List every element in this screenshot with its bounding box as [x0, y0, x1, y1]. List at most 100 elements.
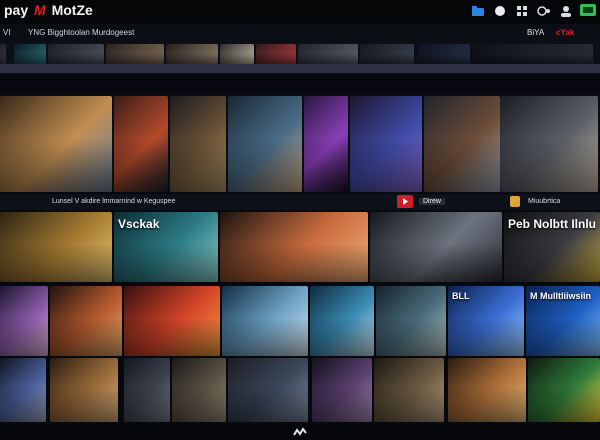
tile-r4-5[interactable] — [376, 286, 446, 356]
tile-r3-3[interactable] — [370, 212, 502, 282]
tile-shade — [48, 44, 104, 64]
tile-r4-4[interactable] — [310, 286, 374, 356]
subnav-short-label[interactable]: VI — [3, 28, 11, 37]
tile-title: Vsckak — [118, 217, 160, 231]
tile-title: Peb Nolbtt Ilnlu — [508, 217, 596, 231]
subnav-right-b[interactable]: cYak — [556, 28, 574, 37]
tile-shade — [350, 96, 422, 192]
tile-shade — [228, 358, 308, 422]
logo-mark-icon[interactable] — [293, 427, 307, 437]
tile-r5-2[interactable] — [124, 358, 170, 422]
subnav-main-label[interactable]: YNG Bigghtoolan Murdogeest — [28, 28, 134, 37]
tile-shade — [220, 44, 254, 64]
tile-r2-2[interactable] — [170, 96, 226, 192]
tile-r1-1[interactable] — [14, 44, 46, 64]
tile-shade — [473, 44, 593, 64]
tile-shade — [312, 358, 372, 422]
tile-shade — [50, 286, 122, 356]
tile-r4-6[interactable]: BLL — [448, 286, 524, 356]
mid-pill[interactable]: Direw — [419, 198, 445, 205]
mid-right-label: Miuubrtica — [528, 198, 561, 205]
subnav-right-a[interactable]: BiYA — [527, 28, 544, 37]
chat-icon[interactable] — [492, 3, 508, 19]
mid-strip: Lunsel V akdire lmmarnind w Keguspee Dir… — [0, 194, 600, 210]
tile-r2-0[interactable] — [0, 96, 112, 192]
tile-shade — [374, 358, 444, 422]
tile-r1-3[interactable] — [106, 44, 164, 64]
flag-icon — [510, 196, 520, 207]
tile-r1-2[interactable] — [48, 44, 104, 64]
tile-r3-0[interactable] — [0, 212, 112, 282]
tile-r1-9[interactable] — [418, 44, 470, 64]
tile-shade — [310, 286, 374, 356]
tile-r4-7[interactable]: M Mulltliiwsiin — [526, 286, 600, 356]
tile-r2-4[interactable] — [304, 96, 348, 192]
tile-shade — [256, 44, 296, 64]
folder-icon[interactable] — [470, 3, 486, 19]
tile-shade — [170, 96, 226, 192]
tile-r3-4[interactable]: Peb Nolbtt Ilnlu — [504, 212, 600, 282]
tile-r2-5[interactable] — [350, 96, 422, 192]
tile-r5-0[interactable] — [0, 358, 46, 422]
tile-shade — [14, 44, 46, 64]
tile-r2-6[interactable] — [424, 96, 500, 192]
tile-shade — [0, 358, 46, 422]
tile-shade — [424, 96, 500, 192]
tile-shade — [114, 96, 168, 192]
tile-r3-2[interactable] — [220, 212, 368, 282]
tile-r5-6[interactable] — [374, 358, 444, 422]
tile-shade — [298, 44, 358, 64]
tile-shade — [304, 96, 348, 192]
tile-r5-3[interactable] — [172, 358, 226, 422]
logo-accent-text: M — [34, 2, 46, 18]
tile-shade — [228, 96, 302, 192]
tile-shade — [500, 96, 598, 192]
tile-title: M Mulltliiwsiin — [530, 291, 591, 301]
play-icon[interactable] — [397, 195, 413, 208]
tile-shade — [376, 286, 446, 356]
tile-shade — [370, 212, 502, 282]
tile-r5-1[interactable] — [50, 358, 118, 422]
profile-icon[interactable] — [558, 3, 574, 19]
tile-r4-1[interactable] — [50, 286, 122, 356]
tile-r4-3[interactable] — [222, 286, 308, 356]
tile-r4-2[interactable] — [124, 286, 220, 356]
tile-r5-5[interactable] — [312, 358, 372, 422]
tile-r2-7[interactable] — [500, 96, 598, 192]
top-bar: pay M MotZe — [0, 0, 600, 24]
tile-r1-4[interactable] — [166, 44, 218, 64]
grid-icon[interactable] — [514, 3, 530, 19]
tile-r5-4[interactable] — [228, 358, 308, 422]
tile-r2-1[interactable] — [114, 96, 168, 192]
tile-r5-7[interactable] — [448, 358, 526, 422]
footer-bar — [0, 424, 600, 440]
mid-strip-label: Lunsel V akdire lmmarnind w Keguspee — [52, 198, 176, 205]
tile-r2-3[interactable] — [228, 96, 302, 192]
tile-shade — [0, 96, 112, 192]
settings-icon[interactable] — [536, 3, 552, 19]
tile-r3-1[interactable]: Vsckak — [114, 212, 218, 282]
tile-r1-6[interactable] — [256, 44, 296, 64]
top-icons — [470, 3, 596, 19]
tile-r1-8[interactable] — [360, 44, 414, 64]
tile-shade — [124, 358, 170, 422]
tile-shade — [360, 44, 414, 64]
tile-shade — [0, 286, 48, 356]
tile-r4-0[interactable] — [0, 286, 48, 356]
app-logo[interactable]: pay M MotZe — [4, 2, 93, 18]
tile-shade — [448, 358, 526, 422]
tile-r1-5[interactable] — [220, 44, 254, 64]
tile-r1-10[interactable] — [473, 44, 593, 64]
tile-shade — [166, 44, 218, 64]
media-app: pay M MotZe VI YNG Bigghtoolan Murdogees… — [0, 0, 600, 440]
tile-shade — [106, 44, 164, 64]
tile-shade — [0, 44, 6, 64]
logo-left-text: pay — [4, 2, 29, 18]
tile-shade — [0, 212, 112, 282]
tile-r1-0[interactable] — [0, 44, 6, 64]
tile-r5-8[interactable] — [528, 358, 600, 422]
tile-r1-7[interactable] — [298, 44, 358, 64]
row1-progress-bar — [0, 64, 600, 73]
screen-icon[interactable] — [580, 3, 596, 19]
tile-shade — [124, 286, 220, 356]
